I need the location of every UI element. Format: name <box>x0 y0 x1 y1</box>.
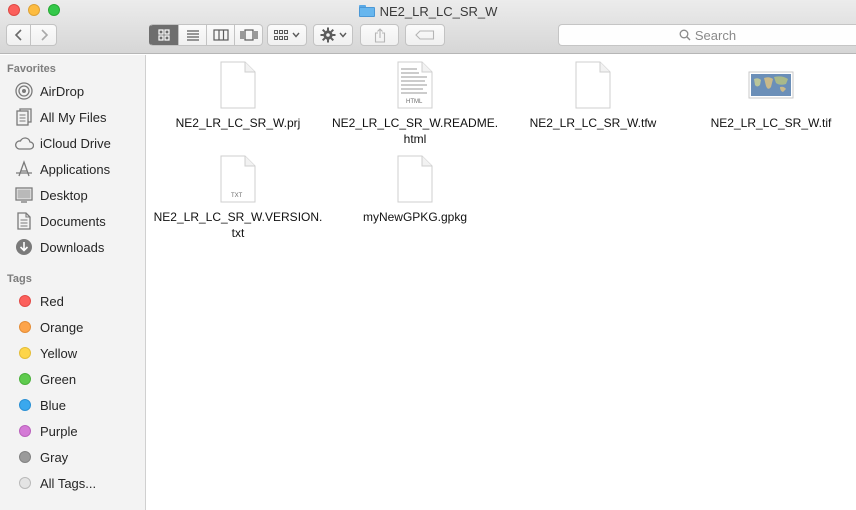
sidebar-item-desktop[interactable]: Desktop <box>0 183 146 207</box>
sidebar-item-label: iCloud Drive <box>40 135 111 151</box>
file-name: myNewGPKG.gpkg <box>362 210 468 224</box>
sidebar-item-label: Red <box>40 293 64 309</box>
action-button[interactable] <box>313 24 353 46</box>
folder-icon <box>358 5 375 17</box>
sidebar-tag-gray[interactable]: Gray <box>0 445 146 469</box>
sidebar-tag-green[interactable]: Green <box>0 367 146 391</box>
sidebar-all-tags[interactable]: All Tags... <box>0 471 146 495</box>
chevron-left-icon <box>14 29 22 41</box>
share-icon <box>374 27 385 43</box>
all-files-icon <box>14 107 34 127</box>
sidebar-item-label: Green <box>40 371 77 387</box>
list-view-icon <box>186 30 199 41</box>
list-view-button[interactable] <box>179 24 207 46</box>
file-name: NE2_LR_LC_SR_W.README.html <box>331 116 499 146</box>
txt-document-icon: TXT <box>220 155 256 203</box>
sidebar-item-label: Documents <box>40 213 106 229</box>
sidebar-tag-blue[interactable]: Blue <box>0 393 146 417</box>
search-icon <box>679 29 691 41</box>
sidebar-item-label: All My Files <box>40 109 107 125</box>
sidebar-item-documents[interactable]: Documents <box>0 209 146 233</box>
window-title: NE2_LR_LC_SR_W <box>0 2 856 20</box>
sidebar-item-label: AirDrop <box>40 83 85 99</box>
image-thumbnail-icon <box>748 71 794 99</box>
tag-color-dot <box>19 399 31 411</box>
downloads-icon <box>14 237 34 257</box>
arrange-button[interactable] <box>267 24 307 46</box>
icon-view-icon <box>158 29 170 41</box>
cover-flow-button[interactable] <box>235 24 263 46</box>
tag-color-dot <box>19 373 31 385</box>
sidebar-tag-purple[interactable]: Purple <box>0 419 146 443</box>
sidebar-item-icloud-drive[interactable]: iCloud Drive <box>0 131 146 155</box>
sidebar-item-label: Downloads <box>40 239 105 255</box>
sidebar-item-label: Gray <box>40 449 69 465</box>
file-item[interactable]: HTML NE2_LR_LC_SR_W.README.html <box>325 61 505 147</box>
sidebar-tag-yellow[interactable]: Yellow <box>0 341 146 365</box>
file-browser-content: NE2_LR_LC_SR_W.prj HTML NE2_LR_LC_SR_W.R… <box>147 55 856 510</box>
back-button[interactable] <box>6 24 31 46</box>
sidebar-item-airdrop[interactable]: AirDrop <box>0 79 146 103</box>
column-view-icon <box>212 29 229 41</box>
cover-flow-icon <box>239 29 258 41</box>
file-name: NE2_LR_LC_SR_W.tfw <box>529 116 657 130</box>
tags-header: Tags <box>7 273 32 285</box>
file-item[interactable]: NE2_LR_LC_SR_W.tif <box>681 61 856 131</box>
desktop-icon <box>14 185 34 205</box>
sidebar-tag-orange[interactable]: Orange <box>0 315 146 339</box>
sidebar-item-applications[interactable]: Applications <box>0 157 146 181</box>
file-item[interactable]: NE2_LR_LC_SR_W.prj <box>148 61 328 131</box>
search-field[interactable]: Search <box>558 24 856 46</box>
sidebar: Favorites AirDrop All My Files iCloud Dr… <box>0 55 146 510</box>
share-button[interactable] <box>360 24 399 46</box>
sidebar-item-label: All Tags... <box>40 475 97 491</box>
sidebar-item-downloads[interactable]: Downloads <box>0 235 146 259</box>
tag-icon <box>415 30 435 40</box>
column-view-button[interactable] <box>207 24 235 46</box>
tag-color-dot <box>19 451 31 463</box>
tag-color-dot <box>19 321 31 333</box>
tag-color-dot <box>19 425 31 437</box>
forward-button[interactable] <box>31 24 57 46</box>
tag-color-dot <box>19 295 31 307</box>
file-item[interactable]: TXT NE2_LR_LC_SR_W.VERSION.txt <box>148 155 328 241</box>
sidebar-item-label: Blue <box>40 397 67 413</box>
view-mode-group <box>149 24 263 46</box>
arrange-grid-icon <box>274 30 288 40</box>
chevron-right-icon <box>40 29 48 41</box>
html-document-icon: HTML <box>397 61 433 109</box>
tag-color-dot <box>19 477 31 489</box>
sidebar-item-label: Purple <box>40 423 78 439</box>
blank-document-icon <box>575 61 611 109</box>
cloud-icon <box>14 133 34 153</box>
sidebar-item-label: Desktop <box>40 187 88 203</box>
icon-view-button[interactable] <box>149 24 179 46</box>
sidebar-item-label: Applications <box>40 161 111 177</box>
window-toolbar: NE2_LR_LC_SR_W Search <box>0 0 856 54</box>
window-title-text: NE2_LR_LC_SR_W <box>379 3 498 19</box>
sidebar-item-label: Yellow <box>40 345 78 361</box>
sidebar-item-all-my-files[interactable]: All My Files <box>0 105 146 129</box>
chevron-down-icon <box>338 32 347 38</box>
file-item[interactable]: myNewGPKG.gpkg <box>325 155 505 225</box>
blank-document-icon <box>220 61 256 109</box>
applications-icon <box>14 159 34 179</box>
svg-text:HTML: HTML <box>406 99 423 105</box>
file-name: NE2_LR_LC_SR_W.tif <box>710 116 832 130</box>
documents-icon <box>14 211 34 231</box>
sidebar-item-label: Orange <box>40 319 84 335</box>
gear-icon <box>320 27 335 43</box>
favorites-header: Favorites <box>7 63 56 75</box>
file-item[interactable]: NE2_LR_LC_SR_W.tfw <box>503 61 683 131</box>
edit-tags-button[interactable] <box>405 24 445 46</box>
svg-text:TXT: TXT <box>231 193 243 199</box>
blank-document-icon <box>397 155 433 203</box>
search-placeholder: Search <box>694 27 737 43</box>
airdrop-icon <box>14 81 34 101</box>
file-name: NE2_LR_LC_SR_W.VERSION.txt <box>153 210 323 240</box>
sidebar-tag-red[interactable]: Red <box>0 289 146 313</box>
file-name: NE2_LR_LC_SR_W.prj <box>175 116 301 130</box>
chevron-down-icon <box>292 32 300 38</box>
tag-color-dot <box>19 347 31 359</box>
